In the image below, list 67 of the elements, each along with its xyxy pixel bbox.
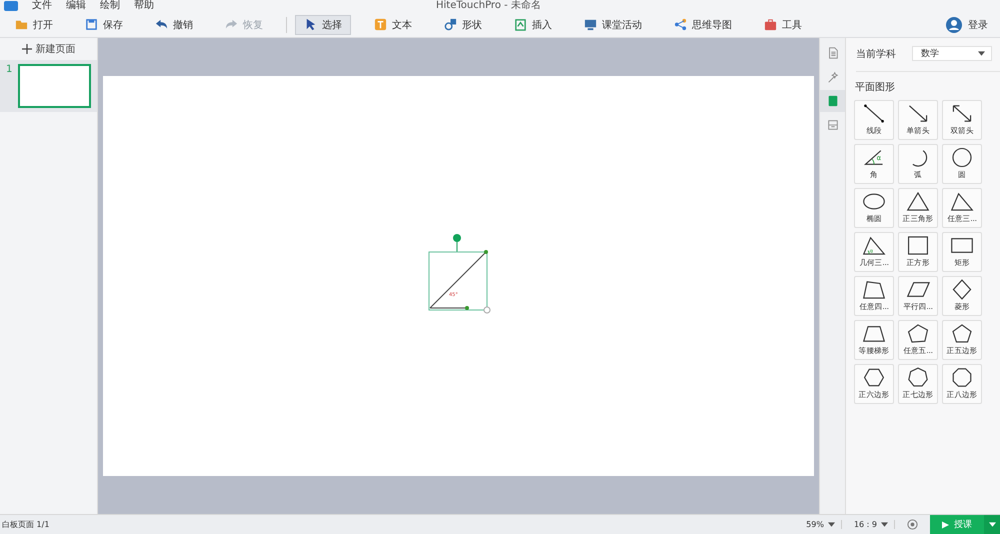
hexagon-icon [862,367,886,388]
rhombus-icon [950,279,974,300]
rectangle-icon [950,235,974,256]
arrow-icon [906,103,930,124]
toolbox-icon [764,18,777,31]
book-icon [826,95,838,107]
select-button[interactable]: 选择 [295,14,351,34]
caret-icon [881,522,888,527]
login-button[interactable]: 登录 [940,16,994,34]
page-count: 白板页面 1/1 [1,519,50,530]
menu-item[interactable]: 绘制 [100,0,120,12]
caret-icon [828,522,835,527]
app-logo-icon [4,1,18,11]
document-icon [826,47,838,59]
new-page-button[interactable]: 新建页面 [0,38,97,60]
page-thumbnail[interactable] [18,64,91,108]
menu-item[interactable]: 帮助 [134,0,154,12]
mindmap-button[interactable]: 思维导图 [665,14,741,34]
caret-icon [988,522,996,527]
open-button[interactable]: 打开 [6,14,62,34]
user-icon [946,16,962,32]
redo-icon [225,18,238,31]
quad-icon [862,279,886,300]
text-icon [374,18,387,31]
heptagon-icon [906,367,930,388]
plus-icon [22,44,32,54]
mind-map-icon [674,18,687,31]
save-button[interactable]: 保存 [76,14,132,34]
play-icon [942,520,949,528]
subject-label: 当前学科 [856,48,896,60]
book-tab[interactable] [820,90,845,112]
menu-item[interactable]: 编辑 [66,0,86,12]
undo-button[interactable]: 撤销 [146,14,202,34]
square-icon [906,235,930,256]
insert-button[interactable]: 插入 [505,14,561,34]
shapes-icon [444,18,457,31]
parallelogram-icon [906,279,930,300]
circle-icon [950,147,974,168]
caret-icon [978,51,985,56]
activity-button[interactable]: 课堂活动 [575,14,651,34]
undo-icon [155,18,168,31]
text-button[interactable]: 文本 [365,14,421,34]
pentagon-icon [950,323,974,344]
zoom-dropdown[interactable]: 59% [800,520,842,529]
monitor-icon [584,18,597,31]
any-triangle-icon [950,191,974,212]
wand-icon [826,71,838,83]
cursor-icon [304,18,317,31]
trapezoid-icon [862,323,886,344]
tools-button[interactable]: 工具 [755,14,811,34]
triangle-icon [906,191,930,212]
page-number: 1 [6,64,12,77]
image-icon [514,18,527,31]
section-title: 平面图形 [855,81,896,94]
double-arrow-icon [950,103,974,124]
window-title: HiteTouchPro - 未命名 [436,0,541,12]
aspect-ratio-dropdown[interactable]: 16 : 9 [848,520,895,529]
screen-record-icon[interactable] [907,519,918,530]
octagon-icon [950,367,974,388]
teach-menu-button[interactable] [984,515,1000,534]
folder-icon [15,18,28,31]
tray-icon [826,119,838,131]
segment-icon [862,103,886,124]
any-pentagon-icon [906,323,930,344]
subject-dropdown[interactable]: 数学 [912,46,992,61]
ellipse-icon [862,191,886,212]
shape-button[interactable]: 形状 [435,14,491,34]
